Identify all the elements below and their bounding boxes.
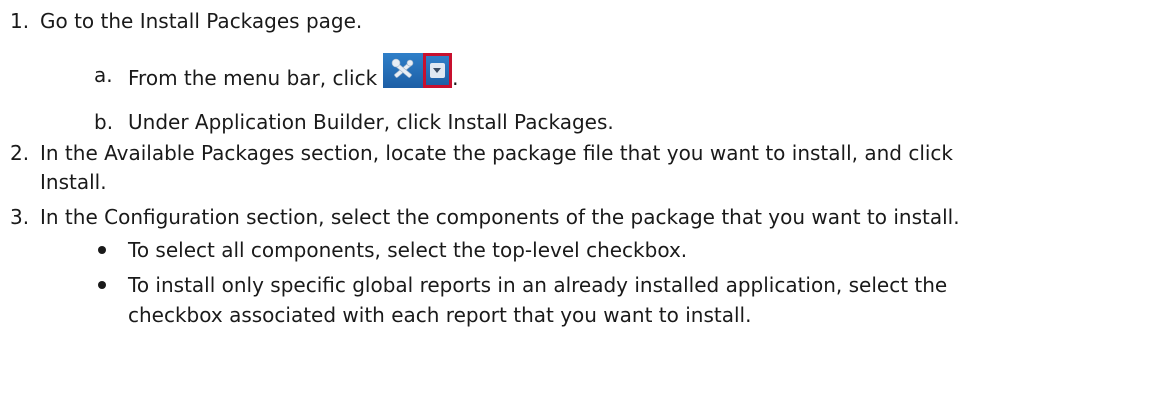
step-1-text: Go to the Install Packages page. bbox=[40, 9, 363, 33]
bullet-marker bbox=[98, 246, 106, 254]
chevron-down-icon bbox=[430, 63, 446, 78]
bullet-1-text: To select all components, select the top… bbox=[128, 238, 688, 262]
step-3-text: In the Configuration section, select the… bbox=[40, 205, 960, 229]
step-1a-letter: a. bbox=[94, 63, 113, 87]
step-2-number: 2. bbox=[10, 141, 30, 165]
step-1-number: 1. bbox=[10, 9, 30, 33]
step-3-number: 3. bbox=[10, 205, 30, 229]
toolbar-dropdown-button bbox=[423, 53, 453, 88]
step-1a-period: . bbox=[452, 66, 459, 90]
step-1a-text: From the menu bar, click bbox=[128, 66, 378, 90]
bullet-2-text-line1: To install only specific global reports … bbox=[128, 273, 948, 297]
step-2-text-line1: In the Available Packages section, locat… bbox=[40, 141, 954, 165]
bullet-2-text-line2: checkbox associated with each report tha… bbox=[128, 303, 752, 327]
step-1b-letter: b. bbox=[94, 110, 114, 134]
tools-icon bbox=[391, 58, 414, 78]
bullet-marker bbox=[98, 281, 106, 289]
step-1b-text: Under Application Builder, click Install… bbox=[128, 110, 614, 134]
step-2-text-line2: Install. bbox=[40, 170, 107, 194]
menu-bar-toolbar-image bbox=[383, 53, 453, 88]
tools-button bbox=[383, 53, 424, 88]
step-1a-line: From the menu bar, click. bbox=[128, 53, 459, 97]
